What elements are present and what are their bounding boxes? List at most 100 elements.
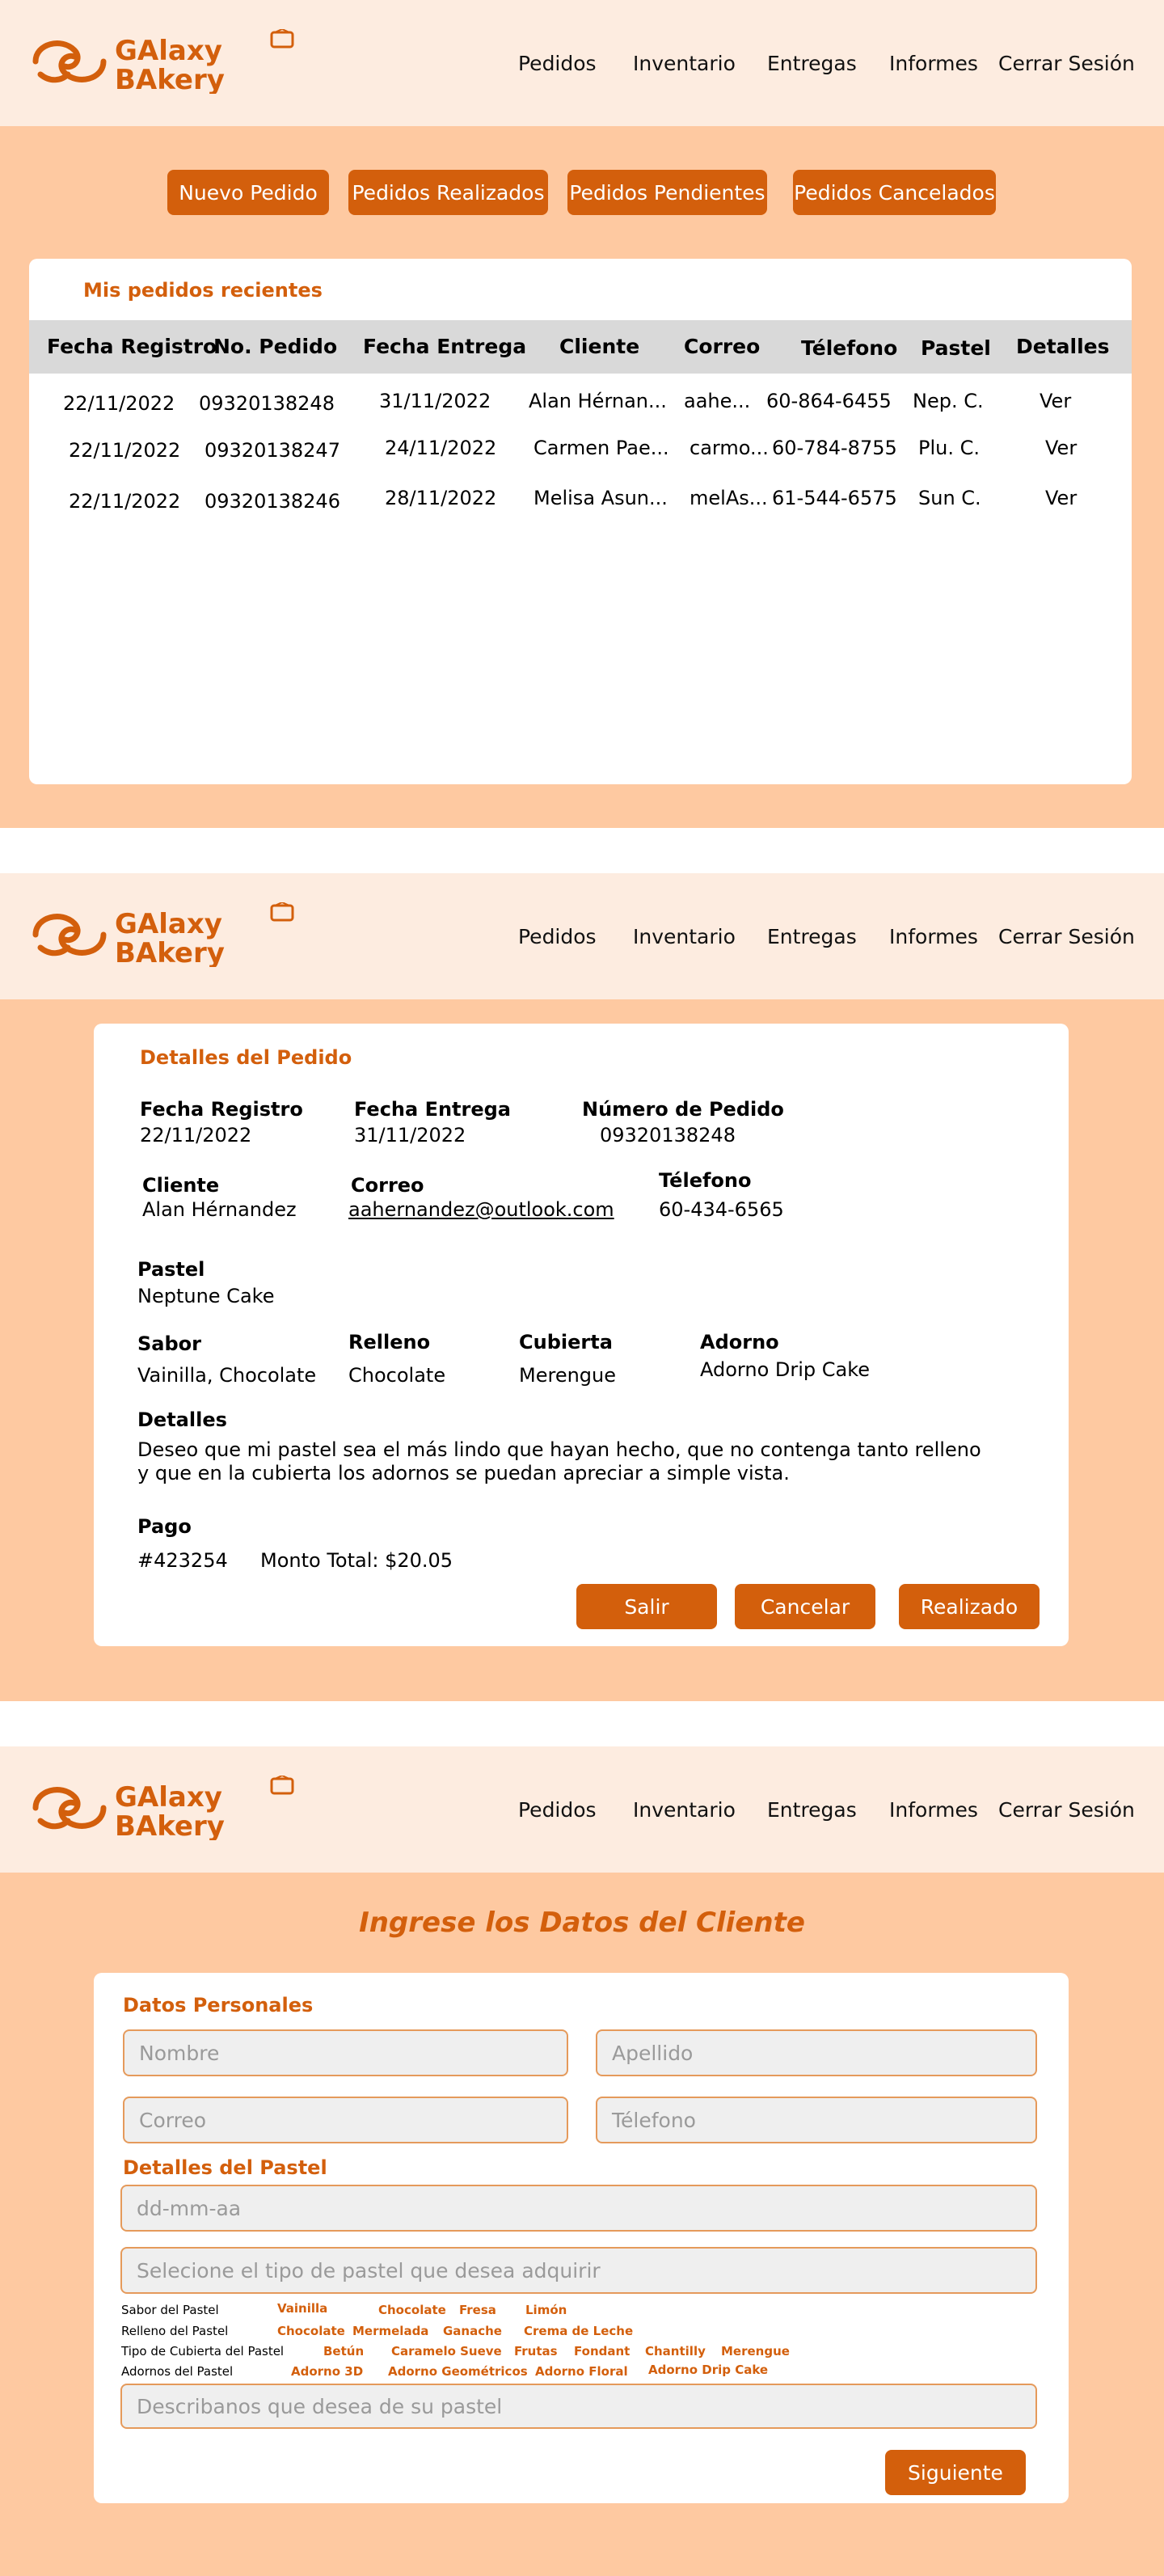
detalles-line-1: Deseo que mi pastel sea el más lindo que… [137,1438,981,1461]
col-cliente: Cliente [559,335,640,358]
cell-pastel: Plu. C. [918,437,980,459]
nav-informes[interactable]: Informes [889,925,978,948]
option-merengue[interactable]: Merengue [721,2344,790,2359]
orders-screen: GAlaxy BAkery Pedidos Inventario Entrega… [0,0,1164,828]
nav-entregas[interactable]: Entregas [767,52,857,75]
col-telefono: Télefono [801,336,898,360]
datos-personales-heading: Datos Personales [123,1994,314,2016]
cell-fecha-registro: 22/11/2022 [69,490,181,513]
salir-button[interactable]: Salir [576,1584,717,1629]
pago-label: Pago [137,1515,192,1538]
option-adorno-floral[interactable]: Adorno Floral [535,2364,628,2379]
cell-fecha-registro: 22/11/2022 [69,439,181,462]
cell-fecha-registro: 22/11/2022 [63,392,175,415]
nav-inventario[interactable]: Inventario [633,1798,736,1822]
nav-inventario[interactable]: Inventario [633,52,736,75]
nav-cerrar-sesion[interactable]: Cerrar Sesión [998,925,1135,948]
ver-link[interactable]: Ver [1045,437,1077,459]
fecha-input[interactable]: dd-mm-aa [120,2185,1037,2232]
option-chantilly[interactable]: Chantilly [645,2344,706,2359]
client-form-screen: GAlaxy BAkery Pedidos Inventario Entrega… [0,1746,1164,2576]
nav-cerrar-sesion[interactable]: Cerrar Sesión [998,52,1135,75]
nuevo-pedido-button[interactable]: Nuevo Pedido [167,170,329,215]
nombre-input[interactable]: Nombre [123,2029,568,2076]
cubierta-value: Merengue [519,1364,616,1387]
apellido-input[interactable]: Apellido [596,2029,1037,2076]
galaxy-bakery-logo[interactable]: GAlaxy BAkery [29,1776,304,1840]
ver-link[interactable]: Ver [1045,487,1077,509]
pastel-value: Neptune Cake [137,1285,275,1307]
recent-orders-title: Mis pedidos recientes [83,279,323,302]
cell-fecha-entrega: 31/11/2022 [379,390,491,412]
realizado-button[interactable]: Realizado [899,1584,1040,1629]
detalles-label: Detalles [137,1408,227,1431]
option-limon[interactable]: Limón [525,2303,567,2317]
correo-input[interactable]: Correo [123,2097,568,2143]
tipo-pastel-select[interactable]: Selecione el tipo de pastel que desea ad… [120,2247,1037,2294]
sabor-label: Sabor [137,1332,201,1355]
option-crema-de-leche[interactable]: Crema de Leche [524,2324,633,2338]
option-fondant[interactable]: Fondant [574,2344,630,2359]
nav-entregas[interactable]: Entregas [767,925,857,948]
svg-text:BAkery: BAkery [115,64,225,94]
option-vainilla[interactable]: Vainilla [277,2301,327,2316]
numero-pedido-value: 09320138248 [600,1124,736,1147]
nav-cerrar-sesion[interactable]: Cerrar Sesión [998,1798,1135,1822]
option-frutas[interactable]: Frutas [514,2344,558,2359]
pago-id: #423254 [137,1549,228,1572]
svg-text:BAkery: BAkery [115,937,225,967]
nav-informes[interactable]: Informes [889,52,978,75]
cell-telefono: 60-784-8755 [772,437,897,459]
adorno-value: Adorno Drip Cake [700,1358,871,1381]
col-fecha-entrega: Fecha Entrega [363,335,527,358]
svg-text:GAlaxy: GAlaxy [115,1781,222,1814]
nav-pedidos[interactable]: Pedidos [518,52,597,75]
col-no-pedido: No. Pedido [213,335,338,358]
galaxy-bakery-logo[interactable]: GAlaxy BAkery [29,902,304,967]
order-detail-screen: GAlaxy BAkery Pedidos Inventario Entrega… [0,873,1164,1701]
option-relleno-chocolate[interactable]: Chocolate [277,2324,345,2338]
option-mermelada[interactable]: Mermelada [352,2324,428,2338]
siguiente-button[interactable]: Siguiente [885,2450,1026,2495]
cell-correo: aahe... [684,390,751,412]
col-pastel: Pastel [921,336,991,360]
nav-inventario[interactable]: Inventario [633,925,736,948]
option-adorno-3d[interactable]: Adorno 3D [291,2364,363,2379]
nav-pedidos[interactable]: Pedidos [518,1798,597,1822]
option-caramelo-sueve[interactable]: Caramelo Sueve [391,2344,502,2359]
nav-informes[interactable]: Informes [889,1798,978,1822]
option-ganache[interactable]: Ganache [443,2324,502,2338]
svg-text:GAlaxy: GAlaxy [115,35,222,67]
cliente-label: Cliente [142,1174,220,1197]
detalles-line-2: y que en la cubierta los adornos se pued… [137,1462,790,1484]
fecha-registro-value: 22/11/2022 [140,1124,252,1147]
cancelar-button[interactable]: Cancelar [735,1584,875,1629]
telefono-label: Télefono [659,1169,752,1192]
pedidos-realizados-button[interactable]: Pedidos Realizados [348,170,548,215]
telefono-input[interactable]: Télefono [596,2097,1037,2143]
pedidos-pendientes-button[interactable]: Pedidos Pendientes [567,170,767,215]
nav-pedidos[interactable]: Pedidos [518,925,597,948]
relleno-value: Chocolate [348,1364,446,1387]
numero-pedido-label: Número de Pedido [582,1098,784,1121]
descripcion-input[interactable]: Describanos que desea de su pastel [120,2384,1037,2429]
nav-entregas[interactable]: Entregas [767,1798,857,1822]
option-fresa[interactable]: Fresa [459,2303,496,2317]
detail-title: Detalles del Pedido [140,1046,352,1069]
option-adorno-drip-cake[interactable]: Adorno Drip Cake [648,2363,768,2377]
cell-fecha-entrega: 28/11/2022 [385,487,497,509]
cubierta-label: Cubierta [519,1331,613,1353]
detalles-pastel-heading: Detalles del Pastel [123,2156,327,2179]
sabor-row-label: Sabor del Pastel [121,2303,219,2317]
correo-value[interactable]: aahernandez@outlook.com [348,1198,614,1221]
ver-link[interactable]: Ver [1040,390,1071,412]
cell-pastel: Nep. C. [913,390,984,412]
relleno-row-label: Relleno del Pastel [121,2324,229,2338]
option-betun[interactable]: Betún [323,2344,364,2359]
pedidos-cancelados-button[interactable]: Pedidos Cancelados [793,170,996,215]
option-chocolate[interactable]: Chocolate [378,2303,446,2317]
cell-telefono: 61-544-6575 [772,487,897,509]
galaxy-bakery-logo[interactable]: GAlaxy BAkery [29,29,304,94]
cubierta-row-label: Tipo de Cubierta del Pastel [121,2344,285,2359]
option-adorno-geometricos[interactable]: Adorno Geométricos [388,2364,528,2379]
